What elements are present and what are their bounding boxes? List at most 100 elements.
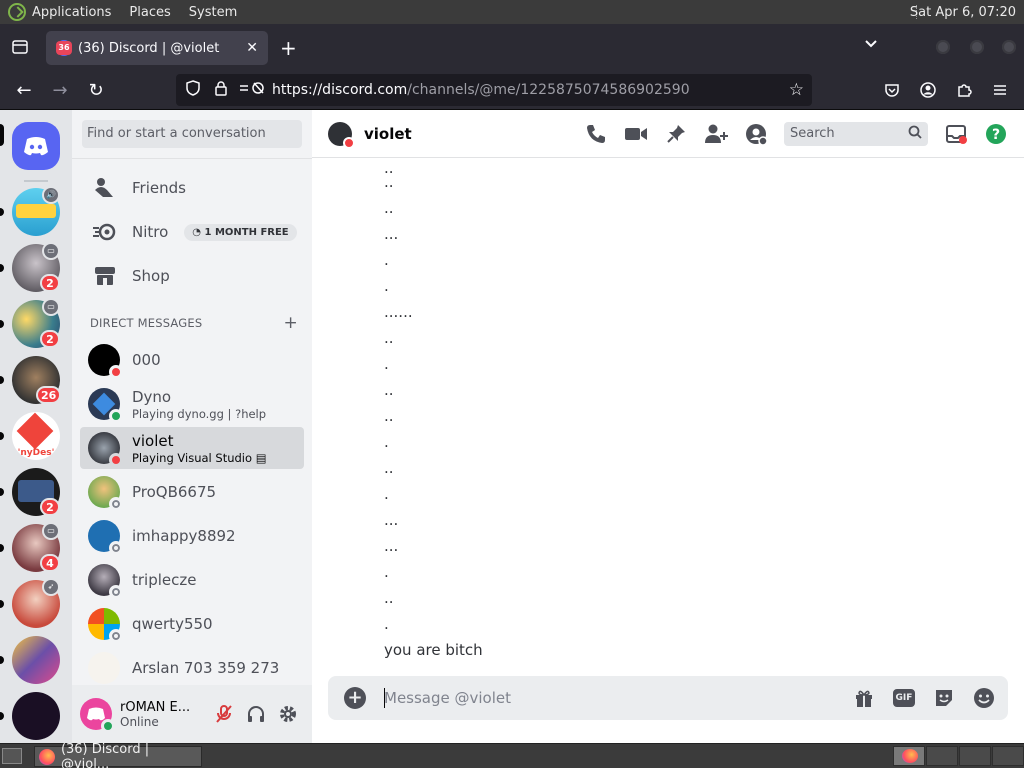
permissions-icon[interactable]: [238, 81, 264, 99]
back-arrow-icon[interactable]: ←: [12, 78, 36, 102]
minimize-window-button[interactable]: [936, 40, 950, 54]
tab-notification-badge: 36: [56, 41, 72, 55]
close-tab-icon[interactable]: ✕: [246, 40, 258, 56]
message: ..: [384, 381, 394, 399]
create-dm-plus-icon[interactable]: +: [284, 313, 298, 333]
guild-logo-banner: [16, 204, 56, 218]
firefox-view-icon[interactable]: [0, 24, 40, 70]
chat-area: violet Search ? .. .. .. ... . . ...... …: [312, 110, 1024, 743]
taskbar-window-firefox[interactable]: (36) Discord | @viol...: [34, 742, 202, 768]
mic-muted-icon[interactable]: [214, 704, 234, 724]
user-avatar[interactable]: [80, 698, 115, 733]
username[interactable]: rOMAN E...: [120, 700, 190, 715]
dm-item-active[interactable]: violet Playing Visual Studio ▤: [80, 427, 304, 469]
pocket-icon[interactable]: [880, 78, 904, 102]
lock-icon[interactable]: [210, 80, 232, 100]
rich-presence-icon: ▤: [255, 450, 267, 465]
dm-item[interactable]: Dyno Playing dyno.gg | ?help: [80, 383, 304, 425]
dm-item[interactable]: triplecze: [80, 559, 304, 601]
add-attachment-plus-icon[interactable]: +: [344, 687, 366, 709]
discord-favicon-icon: 36: [56, 40, 72, 56]
applications-menu[interactable]: Applications: [32, 5, 111, 20]
video-call-icon[interactable]: [624, 122, 648, 146]
dm-activity: Playing Visual Studio ▤: [132, 451, 267, 465]
guild-anydesk[interactable]: 'nyDes': [12, 412, 60, 460]
headphones-icon[interactable]: [246, 704, 266, 724]
nav-friends[interactable]: Friends: [80, 167, 304, 209]
guild-label: 'nyDes': [17, 448, 55, 458]
debian-logo-icon[interactable]: [8, 3, 26, 21]
hamburger-menu-icon[interactable]: [988, 78, 1012, 102]
find-conversation-button[interactable]: Find or start a conversation: [82, 120, 302, 148]
system-menu[interactable]: System: [189, 5, 237, 20]
workspace-1[interactable]: [893, 746, 925, 766]
nav-nitro[interactable]: Nitro ◔ 1 MONTH FREE: [80, 211, 304, 253]
maximize-window-button[interactable]: [970, 40, 984, 54]
url-bar[interactable]: https://discord.com/channels/@me/1225875…: [176, 74, 812, 106]
tab-title: (36) Discord | @violet: [78, 40, 220, 56]
message: ..: [384, 459, 394, 477]
message: ......: [384, 303, 413, 321]
close-window-button[interactable]: [1002, 40, 1016, 54]
guild-server-9[interactable]: [12, 636, 60, 684]
gif-icon[interactable]: GIF: [892, 686, 916, 710]
status-online-icon: [101, 719, 115, 733]
message: .: [384, 251, 389, 269]
direct-messages-label: DIRECT MESSAGES: [90, 316, 203, 330]
recipient-avatar[interactable]: [328, 122, 355, 149]
workspace-2[interactable]: [926, 746, 958, 766]
workspace-3[interactable]: [959, 746, 991, 766]
friends-wave-icon: [92, 176, 118, 200]
message: ...: [384, 225, 399, 243]
avatar: [88, 608, 123, 643]
emoji-icon[interactable]: [972, 686, 996, 710]
extensions-icon[interactable]: [952, 78, 976, 102]
direct-messages-header: DIRECT MESSAGES +: [90, 313, 304, 333]
message: ...: [384, 511, 399, 529]
panel-clock[interactable]: Sat Apr 6, 07:20: [910, 5, 1016, 20]
workspace-4[interactable]: [992, 746, 1024, 766]
dm-item[interactable]: qwerty550: [80, 603, 304, 645]
user-panel: rOMAN E... Online: [72, 685, 312, 743]
inbox-icon[interactable]: [944, 122, 968, 146]
unread-pill: [0, 544, 4, 552]
url-path: /channels/@me/1225875074586902590: [407, 82, 690, 98]
shield-icon[interactable]: [182, 80, 204, 100]
firefox-icon: [902, 749, 918, 763]
user-status: Online: [120, 714, 159, 729]
pin-icon[interactable]: [664, 122, 688, 146]
account-icon[interactable]: [916, 78, 940, 102]
dm-item[interactable]: ProQB6675: [80, 471, 304, 513]
discord-home-icon[interactable]: [12, 122, 60, 170]
user-profile-icon[interactable]: [744, 122, 768, 146]
voice-call-icon[interactable]: [584, 122, 608, 146]
chevron-down-icon[interactable]: [864, 38, 878, 53]
anydesk-diamond-icon: [16, 412, 54, 450]
new-tab-button[interactable]: +: [280, 36, 297, 60]
settings-gear-icon[interactable]: [278, 704, 298, 724]
bookmark-star-icon[interactable]: ☆: [789, 80, 804, 100]
mention-badge: 2: [40, 330, 60, 348]
help-icon[interactable]: ?: [984, 122, 1008, 146]
recipient-name[interactable]: violet: [364, 125, 412, 143]
url-text[interactable]: https://discord.com/channels/@me/1225875…: [272, 82, 690, 98]
dm-item[interactable]: 000: [80, 339, 304, 381]
browser-tab-discord[interactable]: 36 (36) Discord | @violet ✕: [46, 31, 268, 65]
message-input[interactable]: [384, 684, 824, 712]
chat-search-input[interactable]: Search: [784, 122, 928, 146]
add-friend-icon[interactable]: [704, 122, 728, 146]
reload-icon[interactable]: ↻: [84, 78, 108, 102]
show-desktop-icon[interactable]: [2, 748, 22, 764]
dm-item[interactable]: Arslan 703 359 273: [80, 647, 304, 689]
guild-server-10[interactable]: [12, 692, 60, 740]
browser-tab-bar: 36 (36) Discord | @violet ✕ +: [0, 24, 1024, 70]
dm-name: Arslan 703 359 273: [132, 659, 280, 677]
dm-item[interactable]: imhappy8892: [80, 515, 304, 557]
avatar: [88, 388, 123, 423]
gift-icon[interactable]: [852, 686, 876, 710]
nav-shop[interactable]: Shop: [80, 255, 304, 297]
sticker-icon[interactable]: [932, 686, 956, 710]
forward-arrow-icon[interactable]: →: [48, 78, 72, 102]
places-menu[interactable]: Places: [129, 5, 170, 20]
nitro-promo-label: 1 MONTH FREE: [204, 226, 289, 238]
